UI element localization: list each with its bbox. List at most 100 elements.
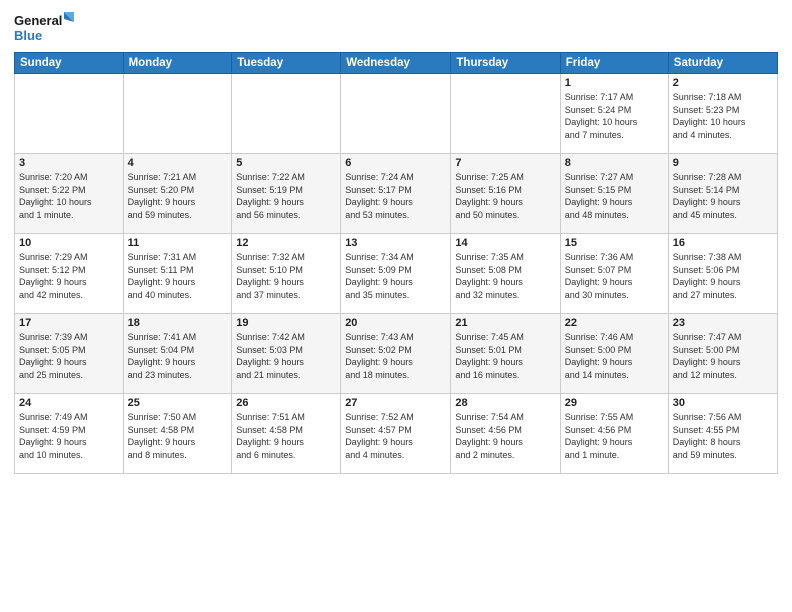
day-info: Sunrise: 7:51 AM Sunset: 4:58 PM Dayligh… xyxy=(236,411,336,461)
calendar-cell: 27 Sunrise: 7:52 AM Sunset: 4:57 PM Dayli… xyxy=(341,394,451,474)
day-number: 30 xyxy=(673,397,773,409)
calendar-cell: 19 Sunrise: 7:42 AM Sunset: 5:03 PM Dayli… xyxy=(232,314,341,394)
calendar: SundayMondayTuesdayWednesdayThursdayFrid… xyxy=(14,52,778,474)
day-info: Sunrise: 7:46 AM Sunset: 5:00 PM Dayligh… xyxy=(565,331,664,381)
day-info: Sunrise: 7:43 AM Sunset: 5:02 PM Dayligh… xyxy=(345,331,446,381)
calendar-cell: 1Sunrise: 7:17 AM Sunset: 5:24 PM Daylig… xyxy=(560,74,668,154)
day-number: 25 xyxy=(128,397,228,409)
calendar-cell: 11 Sunrise: 7:31 AM Sunset: 5:11 PM Dayli… xyxy=(123,234,232,314)
weekday-header-monday: Monday xyxy=(123,53,232,74)
calendar-cell: 28Sunrise: 7:54 AM Sunset: 4:56 PM Dayli… xyxy=(451,394,560,474)
calendar-cell: 4 Sunrise: 7:21 AM Sunset: 5:20 PM Daylig… xyxy=(123,154,232,234)
day-number: 2 xyxy=(673,77,773,89)
calendar-cell: 18 Sunrise: 7:41 AM Sunset: 5:04 PM Dayli… xyxy=(123,314,232,394)
calendar-cell xyxy=(341,74,451,154)
calendar-cell xyxy=(123,74,232,154)
day-info: Sunrise: 7:32 AM Sunset: 5:10 PM Dayligh… xyxy=(236,251,336,301)
day-info: Sunrise: 7:20 AM Sunset: 5:22 PM Dayligh… xyxy=(19,171,119,221)
calendar-cell: 24Sunrise: 7:49 AM Sunset: 4:59 PM Dayli… xyxy=(15,394,124,474)
day-number: 9 xyxy=(673,157,773,169)
day-number: 7 xyxy=(455,157,555,169)
day-number: 14 xyxy=(455,237,555,249)
day-number: 21 xyxy=(455,317,555,329)
calendar-cell: 21 Sunrise: 7:45 AM Sunset: 5:01 PM Dayli… xyxy=(451,314,560,394)
logo: GeneralBlue xyxy=(14,10,74,46)
page: GeneralBlue SundayMondayTuesdayWednesday… xyxy=(0,0,792,612)
calendar-cell: 22 Sunrise: 7:46 AM Sunset: 5:00 PM Dayli… xyxy=(560,314,668,394)
day-number: 13 xyxy=(345,237,446,249)
weekday-header-friday: Friday xyxy=(560,53,668,74)
day-info: Sunrise: 7:42 AM Sunset: 5:03 PM Dayligh… xyxy=(236,331,336,381)
calendar-cell: 17Sunrise: 7:39 AM Sunset: 5:05 PM Dayli… xyxy=(15,314,124,394)
day-number: 29 xyxy=(565,397,664,409)
day-info: Sunrise: 7:18 AM Sunset: 5:23 PM Dayligh… xyxy=(673,91,773,141)
day-info: Sunrise: 7:35 AM Sunset: 5:08 PM Dayligh… xyxy=(455,251,555,301)
calendar-cell: 3Sunrise: 7:20 AM Sunset: 5:22 PM Daylig… xyxy=(15,154,124,234)
svg-text:General: General xyxy=(14,13,62,28)
calendar-cell xyxy=(232,74,341,154)
calendar-cell: 9 Sunrise: 7:28 AM Sunset: 5:14 PM Daylig… xyxy=(668,154,777,234)
day-info: Sunrise: 7:28 AM Sunset: 5:14 PM Dayligh… xyxy=(673,171,773,221)
day-number: 6 xyxy=(345,157,446,169)
weekday-header-tuesday: Tuesday xyxy=(232,53,341,74)
calendar-cell: 23 Sunrise: 7:47 AM Sunset: 5:00 PM Dayli… xyxy=(668,314,777,394)
week-row-2: 3Sunrise: 7:20 AM Sunset: 5:22 PM Daylig… xyxy=(15,154,778,234)
day-info: Sunrise: 7:55 AM Sunset: 4:56 PM Dayligh… xyxy=(565,411,664,461)
week-row-5: 24Sunrise: 7:49 AM Sunset: 4:59 PM Dayli… xyxy=(15,394,778,474)
calendar-cell: 29 Sunrise: 7:55 AM Sunset: 4:56 PM Dayli… xyxy=(560,394,668,474)
header: GeneralBlue xyxy=(14,10,778,46)
day-info: Sunrise: 7:31 AM Sunset: 5:11 PM Dayligh… xyxy=(128,251,228,301)
calendar-cell: 5 Sunrise: 7:22 AM Sunset: 5:19 PM Daylig… xyxy=(232,154,341,234)
day-number: 15 xyxy=(565,237,664,249)
day-info: Sunrise: 7:22 AM Sunset: 5:19 PM Dayligh… xyxy=(236,171,336,221)
day-number: 23 xyxy=(673,317,773,329)
calendar-cell: 6 Sunrise: 7:24 AM Sunset: 5:17 PM Daylig… xyxy=(341,154,451,234)
day-number: 5 xyxy=(236,157,336,169)
day-info: Sunrise: 7:34 AM Sunset: 5:09 PM Dayligh… xyxy=(345,251,446,301)
week-row-3: 10Sunrise: 7:29 AM Sunset: 5:12 PM Dayli… xyxy=(15,234,778,314)
day-number: 24 xyxy=(19,397,119,409)
calendar-cell: 25 Sunrise: 7:50 AM Sunset: 4:58 PM Dayli… xyxy=(123,394,232,474)
day-number: 17 xyxy=(19,317,119,329)
calendar-cell: 15 Sunrise: 7:36 AM Sunset: 5:07 PM Dayli… xyxy=(560,234,668,314)
day-info: Sunrise: 7:38 AM Sunset: 5:06 PM Dayligh… xyxy=(673,251,773,301)
day-info: Sunrise: 7:24 AM Sunset: 5:17 PM Dayligh… xyxy=(345,171,446,221)
calendar-cell: 7 Sunrise: 7:25 AM Sunset: 5:16 PM Daylig… xyxy=(451,154,560,234)
day-number: 27 xyxy=(345,397,446,409)
day-number: 19 xyxy=(236,317,336,329)
calendar-cell: 8Sunrise: 7:27 AM Sunset: 5:15 PM Daylig… xyxy=(560,154,668,234)
day-number: 18 xyxy=(128,317,228,329)
day-info: Sunrise: 7:45 AM Sunset: 5:01 PM Dayligh… xyxy=(455,331,555,381)
calendar-cell: 10Sunrise: 7:29 AM Sunset: 5:12 PM Dayli… xyxy=(15,234,124,314)
day-info: Sunrise: 7:56 AM Sunset: 4:55 PM Dayligh… xyxy=(673,411,773,461)
day-number: 16 xyxy=(673,237,773,249)
day-info: Sunrise: 7:54 AM Sunset: 4:56 PM Dayligh… xyxy=(455,411,555,461)
day-number: 4 xyxy=(128,157,228,169)
calendar-cell: 30 Sunrise: 7:56 AM Sunset: 4:55 PM Dayli… xyxy=(668,394,777,474)
day-info: Sunrise: 7:52 AM Sunset: 4:57 PM Dayligh… xyxy=(345,411,446,461)
day-number: 26 xyxy=(236,397,336,409)
day-number: 11 xyxy=(128,237,228,249)
day-info: Sunrise: 7:36 AM Sunset: 5:07 PM Dayligh… xyxy=(565,251,664,301)
calendar-cell: 2 Sunrise: 7:18 AM Sunset: 5:23 PM Daylig… xyxy=(668,74,777,154)
day-number: 22 xyxy=(565,317,664,329)
week-row-1: 1Sunrise: 7:17 AM Sunset: 5:24 PM Daylig… xyxy=(15,74,778,154)
calendar-cell: 14 Sunrise: 7:35 AM Sunset: 5:08 PM Dayli… xyxy=(451,234,560,314)
day-info: Sunrise: 7:21 AM Sunset: 5:20 PM Dayligh… xyxy=(128,171,228,221)
day-number: 20 xyxy=(345,317,446,329)
calendar-cell: 13 Sunrise: 7:34 AM Sunset: 5:09 PM Dayli… xyxy=(341,234,451,314)
day-info: Sunrise: 7:25 AM Sunset: 5:16 PM Dayligh… xyxy=(455,171,555,221)
day-number: 12 xyxy=(236,237,336,249)
day-info: Sunrise: 7:27 AM Sunset: 5:15 PM Dayligh… xyxy=(565,171,664,221)
weekday-header-sunday: Sunday xyxy=(15,53,124,74)
day-info: Sunrise: 7:47 AM Sunset: 5:00 PM Dayligh… xyxy=(673,331,773,381)
calendar-cell: 12 Sunrise: 7:32 AM Sunset: 5:10 PM Dayli… xyxy=(232,234,341,314)
day-info: Sunrise: 7:41 AM Sunset: 5:04 PM Dayligh… xyxy=(128,331,228,381)
week-row-4: 17Sunrise: 7:39 AM Sunset: 5:05 PM Dayli… xyxy=(15,314,778,394)
weekday-header-row: SundayMondayTuesdayWednesdayThursdayFrid… xyxy=(15,53,778,74)
day-info: Sunrise: 7:29 AM Sunset: 5:12 PM Dayligh… xyxy=(19,251,119,301)
logo-svg: GeneralBlue xyxy=(14,10,74,46)
calendar-cell xyxy=(451,74,560,154)
weekday-header-wednesday: Wednesday xyxy=(341,53,451,74)
day-info: Sunrise: 7:50 AM Sunset: 4:58 PM Dayligh… xyxy=(128,411,228,461)
